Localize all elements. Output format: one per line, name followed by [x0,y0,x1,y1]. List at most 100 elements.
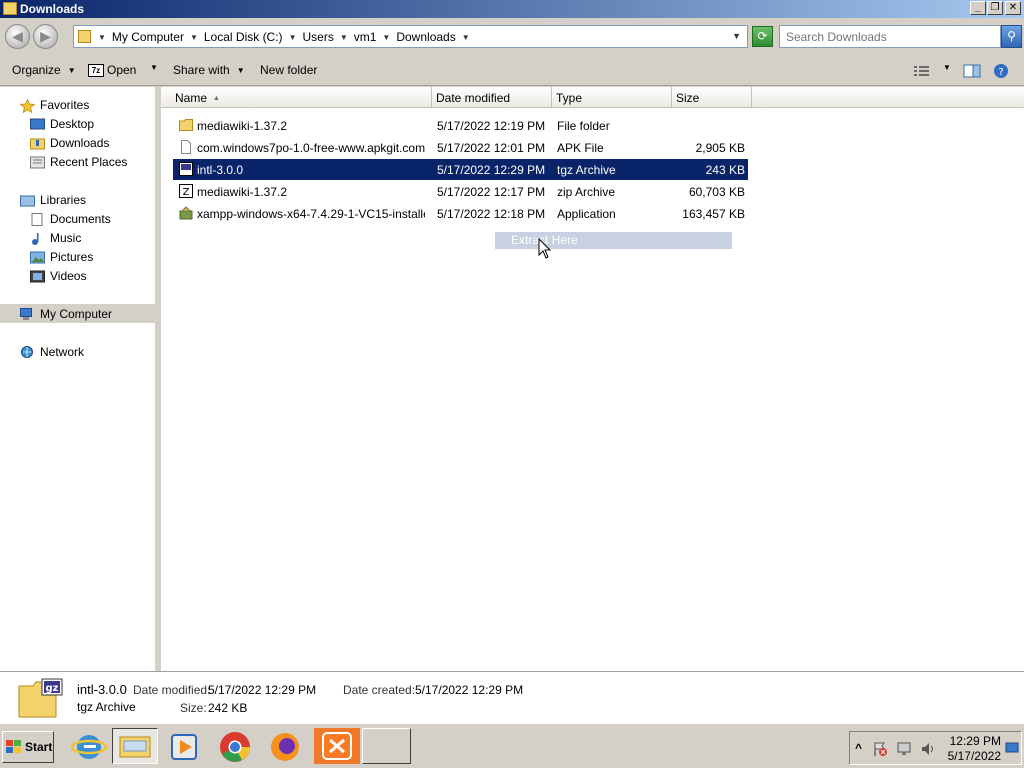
details-icon-label: gz [46,683,59,694]
file-icon [179,140,193,154]
breadcrumb-downloads[interactable]: Downloads ▼ [396,30,475,44]
taskbar-firefox[interactable] [262,728,308,764]
documents-icon [30,212,45,226]
taskbar-chrome[interactable] [212,728,258,764]
installer-icon [179,206,193,220]
taskbar-internet-explorer[interactable] [66,728,112,764]
details-size-label: Size: [180,701,207,715]
title-bar[interactable]: Downloads _ ❐ ✕ [0,0,1024,18]
nav-recent-places[interactable]: Recent Places [30,153,127,171]
computer-icon [20,307,35,321]
file-row-selected[interactable]: intl-3.0.0 5/17/2022 12:29 PM tgz Archiv… [173,159,748,180]
organize-button[interactable]: Organize ▼ [12,63,76,77]
column-header-name[interactable]: Name ▲ [161,87,432,108]
show-hidden-icons-button[interactable]: ^ [855,741,862,755]
forward-button[interactable]: ▶ [33,24,58,49]
desktop-icon [30,118,45,131]
clock-date[interactable]: 5/17/2022 [948,749,1001,763]
file-row[interactable]: mediawiki-1.37.2 5/17/2022 12:19 PM File… [173,115,748,136]
column-header-type[interactable]: Type [552,87,672,108]
downloads-folder-icon [30,137,45,150]
music-icon [30,232,45,245]
breadcrumb-users[interactable]: Users ▼ [302,30,353,44]
preview-pane-button[interactable] [963,63,981,79]
folder-icon [179,118,193,132]
nav-pictures[interactable]: Pictures [30,248,93,266]
start-button[interactable]: Start [2,731,54,763]
chevron-down-icon: ▼ [461,32,470,42]
network-tray-icon[interactable] [896,741,912,757]
details-pane: gz intl-3.0.0 tgz Archive Date modified:… [0,671,1024,723]
media-player-icon [171,734,197,760]
details-date-created-label: Date created: [343,683,416,697]
action-center-flag-icon[interactable] [872,741,888,757]
nav-downloads[interactable]: Downloads [30,134,109,152]
chevron-down-icon: ▼ [236,65,245,75]
taskbar-xampp[interactable] [314,728,360,764]
back-button[interactable]: ◀ [5,24,30,49]
search-box[interactable] [779,25,1001,48]
details-date-created: 5/17/2022 12:29 PM [415,683,524,697]
breadcrumb-my-computer[interactable]: My Computer ▼ [112,30,204,44]
new-folder-button[interactable]: New folder [260,63,317,77]
back-arrow-icon: ◀ [12,28,23,44]
maximize-button[interactable]: ❐ [987,1,1003,15]
details-date-modified-label: Date modified: [133,683,211,697]
7zip-icon: 7z [88,63,104,77]
breadcrumb-separator[interactable]: ▼ [98,30,112,44]
internet-explorer-icon [70,735,108,759]
nav-desktop[interactable]: Desktop [30,115,94,133]
breadcrumb-vm1[interactable]: vm1 ▼ [354,30,397,44]
nav-favorites[interactable]: Favorites [19,96,89,114]
file-row[interactable]: com.windows7po-1.0-free-www.apkgit.com..… [173,137,748,158]
network-icon [20,345,35,359]
show-desktop-icon[interactable] [1005,741,1019,755]
search-button[interactable]: ⚲ [1001,25,1022,48]
chevron-down-icon: ▼ [189,32,198,42]
taskbar-media-player[interactable] [162,728,208,764]
share-with-button[interactable]: Share with ▼ [173,63,245,77]
folder-icon [78,30,91,43]
refresh-button[interactable]: ⟳ [752,26,773,47]
breadcrumb-local-disk[interactable]: Local Disk (C:) ▼ [204,30,303,44]
clock-time[interactable]: 12:29 PM [950,734,1001,748]
system-tray: ^ 12:29 PM 5/17/2022 [849,731,1022,765]
change-view-button[interactable] [913,63,931,79]
taskbar: Start ^ 12:29 PM 5/17/2022 [0,723,1024,768]
recent-places-icon [30,156,45,169]
navigation-pane: Favorites Desktop Downloads Recent Place… [0,87,158,671]
search-input[interactable] [780,26,1000,47]
address-row: ◀ ▶ ▼ My Computer ▼ Local Disk (C:) ▼ User… [0,18,1024,56]
column-header-date-modified[interactable]: Date modified [432,87,552,108]
taskbar-windows-explorer[interactable] [112,728,158,764]
volume-icon[interactable] [920,741,936,757]
nav-my-computer[interactable]: My Computer [20,305,112,323]
help-button[interactable]: ? [992,63,1010,79]
windows-logo-icon [6,740,21,753]
nav-network[interactable]: Network [20,343,84,361]
file-explorer-icon [119,736,151,758]
open-button[interactable]: 7z Open [88,63,136,77]
close-button[interactable]: ✕ [1005,1,1021,15]
address-history-dropdown[interactable]: ▼ [732,31,741,41]
column-header-size[interactable]: Size [672,87,752,108]
search-icon: ⚲ [1007,29,1016,43]
tgz-archive-large-icon: gz [18,678,64,718]
forward-arrow-icon: ▶ [40,28,51,44]
nav-videos[interactable]: Videos [30,267,86,285]
chevron-down-icon: ▼ [943,63,951,72]
open-dropdown-button[interactable]: ▼ [143,63,158,72]
chevron-down-icon: ▼ [150,63,158,72]
file-row[interactable]: xampp-windows-x64-7.4.29-1-VC15-installe… [173,203,748,224]
address-bar[interactable]: ▼ My Computer ▼ Local Disk (C:) ▼ Users ▼ v… [73,25,748,48]
preview-pane-icon [963,64,981,78]
minimize-button[interactable]: _ [970,1,986,15]
mouse-cursor-icon [538,238,552,259]
file-row[interactable]: Z mediawiki-1.37.2 5/17/2022 12:17 PM zi… [173,181,748,202]
nav-music[interactable]: Music [30,229,81,247]
view-options-dropdown[interactable]: ▼ [936,63,951,72]
nav-documents[interactable]: Documents [30,210,111,228]
nav-libraries[interactable]: Libraries [20,191,86,209]
taskbar-empty-button[interactable] [362,728,411,764]
drag-drop-tooltip: Extract Here [495,232,732,249]
